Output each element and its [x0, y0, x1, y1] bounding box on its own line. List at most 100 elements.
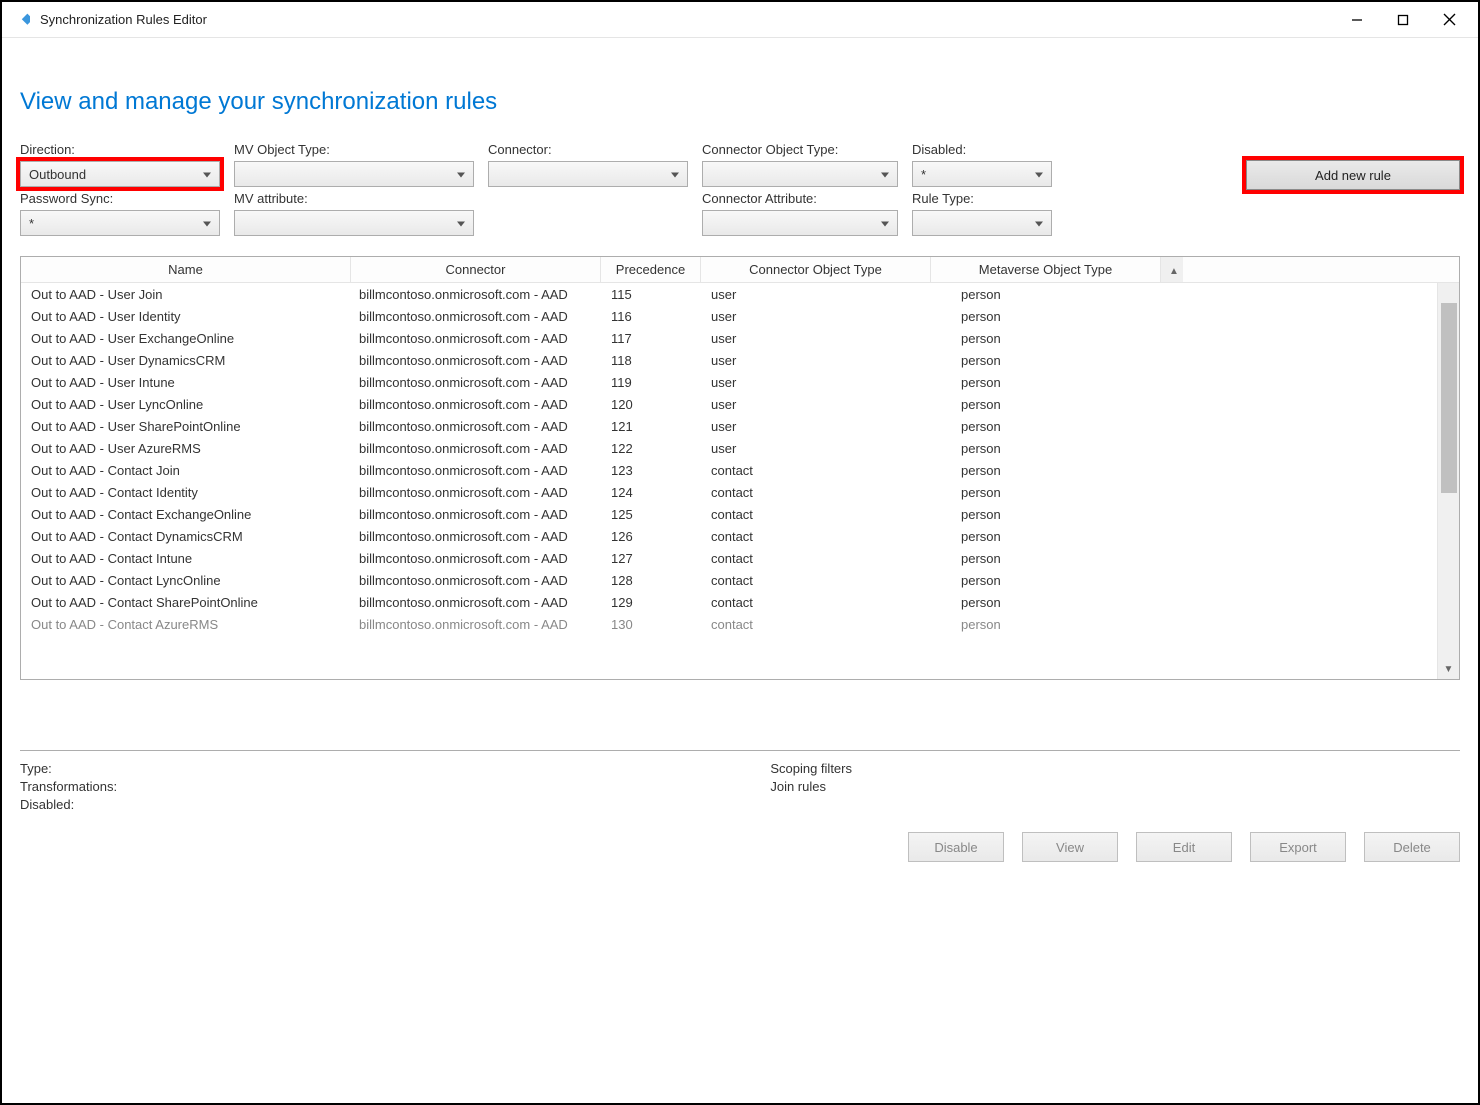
cell-connector: billmcontoso.onmicrosoft.com - AAD [351, 547, 601, 569]
connector-dropdown[interactable] [488, 161, 688, 187]
cell-connector-object-type: contact [701, 459, 931, 481]
table-row[interactable]: Out to AAD - Contact DynamicsCRMbillmcon… [21, 525, 1459, 547]
cell-metaverse-object-type: person [931, 613, 1161, 635]
detail-type: Type: [20, 761, 117, 776]
window-controls [1334, 4, 1472, 36]
export-button[interactable]: Export [1250, 832, 1346, 862]
cell-precedence: 115 [601, 283, 701, 305]
cell-scroll-gutter [1161, 613, 1183, 635]
cell-metaverse-object-type: person [931, 305, 1161, 327]
app-icon [12, 11, 30, 29]
connector-object-type-label: Connector Object Type: [702, 142, 898, 157]
cell-name: Out to AAD - Contact Identity [21, 481, 351, 503]
close-button[interactable] [1426, 4, 1472, 36]
mv-object-type-dropdown[interactable] [234, 161, 474, 187]
cell-connector-object-type: contact [701, 569, 931, 591]
table-row[interactable]: Out to AAD - User Identitybillmcontoso.o… [21, 305, 1459, 327]
cell-metaverse-object-type: person [931, 371, 1161, 393]
table-row[interactable]: Out to AAD - Contact Joinbillmcontoso.on… [21, 459, 1459, 481]
table-row[interactable]: Out to AAD - User LyncOnlinebillmcontoso… [21, 393, 1459, 415]
cell-precedence: 119 [601, 371, 701, 393]
mv-object-type-label: MV Object Type: [234, 142, 474, 157]
table-row[interactable]: Out to AAD - Contact SharePointOnlinebil… [21, 591, 1459, 613]
cell-scroll-gutter [1161, 437, 1183, 459]
table-row[interactable]: Out to AAD - User SharePointOnlinebillmc… [21, 415, 1459, 437]
table-row[interactable]: Out to AAD - User Joinbillmcontoso.onmic… [21, 283, 1459, 305]
minimize-button[interactable] [1334, 4, 1380, 36]
cell-connector-object-type: contact [701, 503, 931, 525]
table-row[interactable]: Out to AAD - Contact AzureRMSbillmcontos… [21, 613, 1459, 635]
col-metaverse-object-type[interactable]: Metaverse Object Type [931, 257, 1161, 282]
cell-metaverse-object-type: person [931, 525, 1161, 547]
add-new-rule-button[interactable]: Add new rule [1246, 160, 1460, 190]
details-left: Type: Transformations: Disabled: [20, 761, 117, 812]
col-connector[interactable]: Connector [351, 257, 601, 282]
cell-scroll-gutter [1161, 591, 1183, 613]
cell-scroll-gutter [1161, 569, 1183, 591]
col-precedence[interactable]: Precedence [601, 257, 701, 282]
connector-attribute-dropdown[interactable] [702, 210, 898, 236]
view-button[interactable]: View [1022, 832, 1118, 862]
detail-disabled: Disabled: [20, 797, 117, 812]
table-row[interactable]: Out to AAD - Contact LyncOnlinebillmcont… [21, 569, 1459, 591]
scrollbar[interactable]: ▼ [1437, 283, 1459, 679]
cell-name: Out to AAD - Contact SharePointOnline [21, 591, 351, 613]
col-connector-object-type[interactable]: Connector Object Type [701, 257, 931, 282]
table-row[interactable]: Out to AAD - Contact ExchangeOnlinebillm… [21, 503, 1459, 525]
cell-name: Out to AAD - User Intune [21, 371, 351, 393]
password-sync-dropdown[interactable]: * [20, 210, 220, 236]
cell-scroll-gutter [1161, 459, 1183, 481]
cell-name: Out to AAD - Contact LyncOnline [21, 569, 351, 591]
cell-metaverse-object-type: person [931, 393, 1161, 415]
password-sync-value: * [29, 216, 34, 231]
edit-button[interactable]: Edit [1136, 832, 1232, 862]
disabled-dropdown[interactable]: * [912, 161, 1052, 187]
table-row[interactable]: Out to AAD - User AzureRMSbillmcontoso.o… [21, 437, 1459, 459]
cell-connector-object-type: contact [701, 481, 931, 503]
scroll-down-arrow[interactable]: ▼ [1438, 659, 1460, 679]
table-row[interactable]: Out to AAD - Contact Identitybillmcontos… [21, 481, 1459, 503]
scrollbar-top-arrow[interactable]: ▲ [1161, 257, 1183, 282]
cell-metaverse-object-type: person [931, 415, 1161, 437]
direction-dropdown[interactable]: Outbound [20, 161, 220, 187]
rules-table: Name Connector Precedence Connector Obje… [20, 256, 1460, 680]
cell-scroll-gutter [1161, 481, 1183, 503]
cell-name: Out to AAD - Contact Intune [21, 547, 351, 569]
password-sync-label: Password Sync: [20, 191, 220, 206]
cell-precedence: 121 [601, 415, 701, 437]
cell-connector: billmcontoso.onmicrosoft.com - AAD [351, 415, 601, 437]
scroll-thumb[interactable] [1441, 303, 1457, 493]
cell-connector: billmcontoso.onmicrosoft.com - AAD [351, 371, 601, 393]
cell-precedence: 117 [601, 327, 701, 349]
cell-precedence: 128 [601, 569, 701, 591]
content: View and manage your synchronization rul… [2, 38, 1478, 1103]
cell-name: Out to AAD - User ExchangeOnline [21, 327, 351, 349]
disable-button[interactable]: Disable [908, 832, 1004, 862]
disabled-label: Disabled: [912, 142, 1052, 157]
table-header-row: Name Connector Precedence Connector Obje… [21, 257, 1459, 283]
cell-connector: billmcontoso.onmicrosoft.com - AAD [351, 283, 601, 305]
view-label: View [1056, 840, 1084, 855]
cell-scroll-gutter [1161, 503, 1183, 525]
cell-scroll-gutter [1161, 327, 1183, 349]
col-name[interactable]: Name [21, 257, 351, 282]
cell-name: Out to AAD - Contact Join [21, 459, 351, 481]
delete-button[interactable]: Delete [1364, 832, 1460, 862]
mv-attribute-label: MV attribute: [234, 191, 474, 206]
maximize-button[interactable] [1380, 4, 1426, 36]
cell-scroll-gutter [1161, 415, 1183, 437]
rule-type-dropdown[interactable] [912, 210, 1052, 236]
cell-metaverse-object-type: person [931, 481, 1161, 503]
table-row[interactable]: Out to AAD - User DynamicsCRMbillmcontos… [21, 349, 1459, 371]
table-row[interactable]: Out to AAD - User Intunebillmcontoso.onm… [21, 371, 1459, 393]
table-row[interactable]: Out to AAD - Contact Intunebillmcontoso.… [21, 547, 1459, 569]
disabled-value: * [921, 167, 926, 182]
connector-object-type-dropdown[interactable] [702, 161, 898, 187]
cell-metaverse-object-type: person [931, 569, 1161, 591]
mv-attribute-dropdown[interactable] [234, 210, 474, 236]
separator [20, 750, 1460, 751]
table-row[interactable]: Out to AAD - User ExchangeOnlinebillmcon… [21, 327, 1459, 349]
cell-connector-object-type: contact [701, 547, 931, 569]
cell-scroll-gutter [1161, 371, 1183, 393]
cell-name: Out to AAD - User Join [21, 283, 351, 305]
